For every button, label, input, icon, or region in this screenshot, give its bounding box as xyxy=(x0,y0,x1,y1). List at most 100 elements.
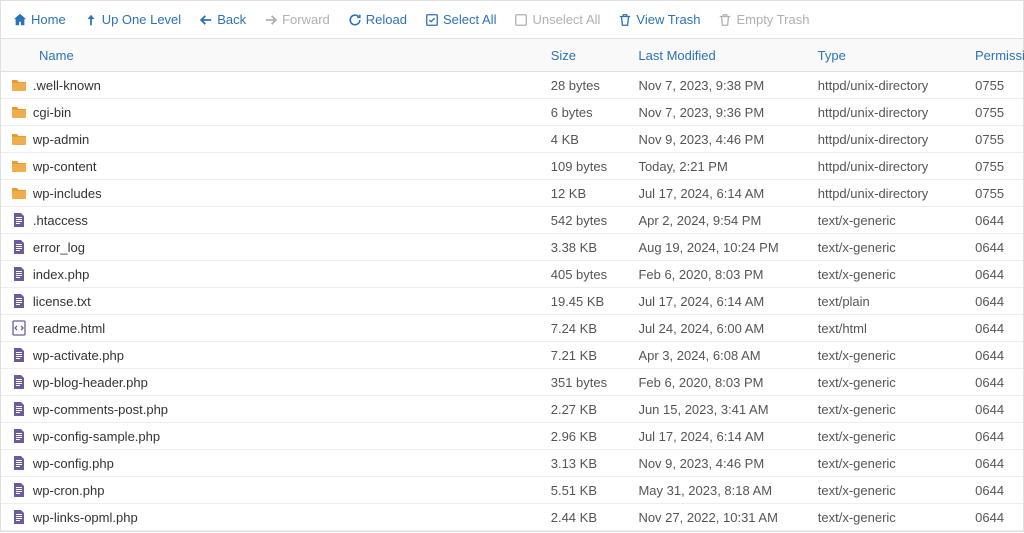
file-name: index.php xyxy=(29,267,541,282)
table-row[interactable]: wp-links-opml.php2.44 KBNov 27, 2022, 10… xyxy=(1,504,1023,531)
table-row[interactable]: wp-config-sample.php2.96 KBJul 17, 2024,… xyxy=(1,423,1023,450)
file-type: text/x-generic xyxy=(808,483,965,498)
table-header: Name Size Last Modified Type Permissio xyxy=(1,39,1023,72)
column-header-modified[interactable]: Last Modified xyxy=(628,48,807,63)
toolbar: Home Up One Level Back Forward Reload Se… xyxy=(1,1,1023,39)
file-modified: Jul 17, 2024, 6:14 AM xyxy=(628,294,807,309)
file-modified: Nov 7, 2023, 9:38 PM xyxy=(628,78,807,93)
file-permissions: 0644 xyxy=(965,240,1023,255)
trash-icon xyxy=(718,13,732,27)
file-permissions: 0644 xyxy=(965,402,1023,417)
file-size: 2.96 KB xyxy=(541,429,629,444)
file-modified: Apr 2, 2024, 9:54 PM xyxy=(628,213,807,228)
folder-icon xyxy=(1,77,29,93)
empty-trash-label: Empty Trash xyxy=(736,12,809,27)
table-row[interactable]: wp-config.php3.13 KBNov 9, 2023, 4:46 PM… xyxy=(1,450,1023,477)
table-row[interactable]: index.php405 bytesFeb 6, 2020, 8:03 PMte… xyxy=(1,261,1023,288)
trash-icon xyxy=(618,13,632,27)
file-size: 2.27 KB xyxy=(541,402,629,417)
file-permissions: 0644 xyxy=(965,348,1023,363)
file-icon xyxy=(1,401,29,417)
table-row[interactable]: wp-content109 bytesToday, 2:21 PMhttpd/u… xyxy=(1,153,1023,180)
file-modified: Apr 3, 2024, 6:08 AM xyxy=(628,348,807,363)
back-button[interactable]: Back xyxy=(199,12,246,27)
file-permissions: 0755 xyxy=(965,159,1023,174)
file-type: text/x-generic xyxy=(808,510,965,525)
file-name: error_log xyxy=(29,240,541,255)
file-name: .well-known xyxy=(29,78,541,93)
file-permissions: 0755 xyxy=(965,186,1023,201)
up-one-level-button[interactable]: Up One Level xyxy=(84,12,182,27)
file-name: wp-includes xyxy=(29,186,541,201)
file-size: 4 KB xyxy=(541,132,629,147)
empty-trash-button: Empty Trash xyxy=(718,12,809,27)
table-row[interactable]: .well-known28 bytesNov 7, 2023, 9:38 PMh… xyxy=(1,72,1023,99)
forward-arrow-icon xyxy=(264,13,278,27)
reload-button[interactable]: Reload xyxy=(348,12,407,27)
table-row[interactable]: wp-cron.php5.51 KBMay 31, 2023, 8:18 AMt… xyxy=(1,477,1023,504)
column-header-size[interactable]: Size xyxy=(541,48,629,63)
folder-icon xyxy=(1,131,29,147)
file-type: text/x-generic xyxy=(808,456,965,471)
column-header-name[interactable]: Name xyxy=(1,48,541,63)
file-permissions: 0644 xyxy=(965,456,1023,471)
table-row[interactable]: cgi-bin6 bytesNov 7, 2023, 9:36 PMhttpd/… xyxy=(1,99,1023,126)
table-row[interactable]: license.txt19.45 KBJul 17, 2024, 6:14 AM… xyxy=(1,288,1023,315)
file-type: text/x-generic xyxy=(808,213,965,228)
file-name: wp-blog-header.php xyxy=(29,375,541,390)
file-size: 351 bytes xyxy=(541,375,629,390)
file-size: 19.45 KB xyxy=(541,294,629,309)
file-size: 3.38 KB xyxy=(541,240,629,255)
select-all-button[interactable]: Select All xyxy=(425,12,496,27)
file-modified: Jun 15, 2023, 3:41 AM xyxy=(628,402,807,417)
view-trash-button[interactable]: View Trash xyxy=(618,12,700,27)
file-type: text/x-generic xyxy=(808,240,965,255)
file-type: httpd/unix-directory xyxy=(808,186,965,201)
file-permissions: 0644 xyxy=(965,267,1023,282)
table-row[interactable]: .htaccess542 bytesApr 2, 2024, 9:54 PMte… xyxy=(1,207,1023,234)
column-header-permissions[interactable]: Permissio xyxy=(965,48,1023,63)
file-permissions: 0644 xyxy=(965,429,1023,444)
up-arrow-icon xyxy=(84,13,98,27)
file-permissions: 0755 xyxy=(965,105,1023,120)
table-row[interactable]: wp-includes12 KBJul 17, 2024, 6:14 AMhtt… xyxy=(1,180,1023,207)
back-arrow-icon xyxy=(199,13,213,27)
file-permissions: 0755 xyxy=(965,78,1023,93)
file-type: text/x-generic xyxy=(808,402,965,417)
table-row[interactable]: readme.html7.24 KBJul 24, 2024, 6:00 AMt… xyxy=(1,315,1023,342)
table-row[interactable]: wp-activate.php7.21 KBApr 3, 2024, 6:08 … xyxy=(1,342,1023,369)
reload-label: Reload xyxy=(366,12,407,27)
home-icon xyxy=(13,13,27,27)
file-list: .well-known28 bytesNov 7, 2023, 9:38 PMh… xyxy=(1,72,1023,533)
file-type: httpd/unix-directory xyxy=(808,132,965,147)
file-icon xyxy=(1,509,29,525)
file-icon xyxy=(1,266,29,282)
file-name: wp-admin xyxy=(29,132,541,147)
file-permissions: 0644 xyxy=(965,483,1023,498)
file-permissions: 0755 xyxy=(965,132,1023,147)
table-row[interactable]: wp-blog-header.php351 bytesFeb 6, 2020, … xyxy=(1,369,1023,396)
file-icon xyxy=(1,482,29,498)
forward-button: Forward xyxy=(264,12,330,27)
table-row[interactable]: wp-comments-post.php2.27 KBJun 15, 2023,… xyxy=(1,396,1023,423)
folder-icon xyxy=(1,158,29,174)
file-name: cgi-bin xyxy=(29,105,541,120)
file-type: text/html xyxy=(808,321,965,336)
home-button[interactable]: Home xyxy=(13,12,66,27)
file-name: readme.html xyxy=(29,321,541,336)
file-modified: Nov 7, 2023, 9:36 PM xyxy=(628,105,807,120)
column-header-type[interactable]: Type xyxy=(808,48,965,63)
file-name: wp-config.php xyxy=(29,456,541,471)
file-modified: Nov 9, 2023, 4:46 PM xyxy=(628,456,807,471)
back-label: Back xyxy=(217,12,246,27)
table-row[interactable]: error_log3.38 KBAug 19, 2024, 10:24 PMte… xyxy=(1,234,1023,261)
file-type: httpd/unix-directory xyxy=(808,105,965,120)
reload-icon xyxy=(348,13,362,27)
file-name: .htaccess xyxy=(29,213,541,228)
file-size: 3.13 KB xyxy=(541,456,629,471)
file-permissions: 0644 xyxy=(965,213,1023,228)
file-size: 5.51 KB xyxy=(541,483,629,498)
table-row[interactable]: wp-admin4 KBNov 9, 2023, 4:46 PMhttpd/un… xyxy=(1,126,1023,153)
file-size: 12 KB xyxy=(541,186,629,201)
file-name: wp-comments-post.php xyxy=(29,402,541,417)
